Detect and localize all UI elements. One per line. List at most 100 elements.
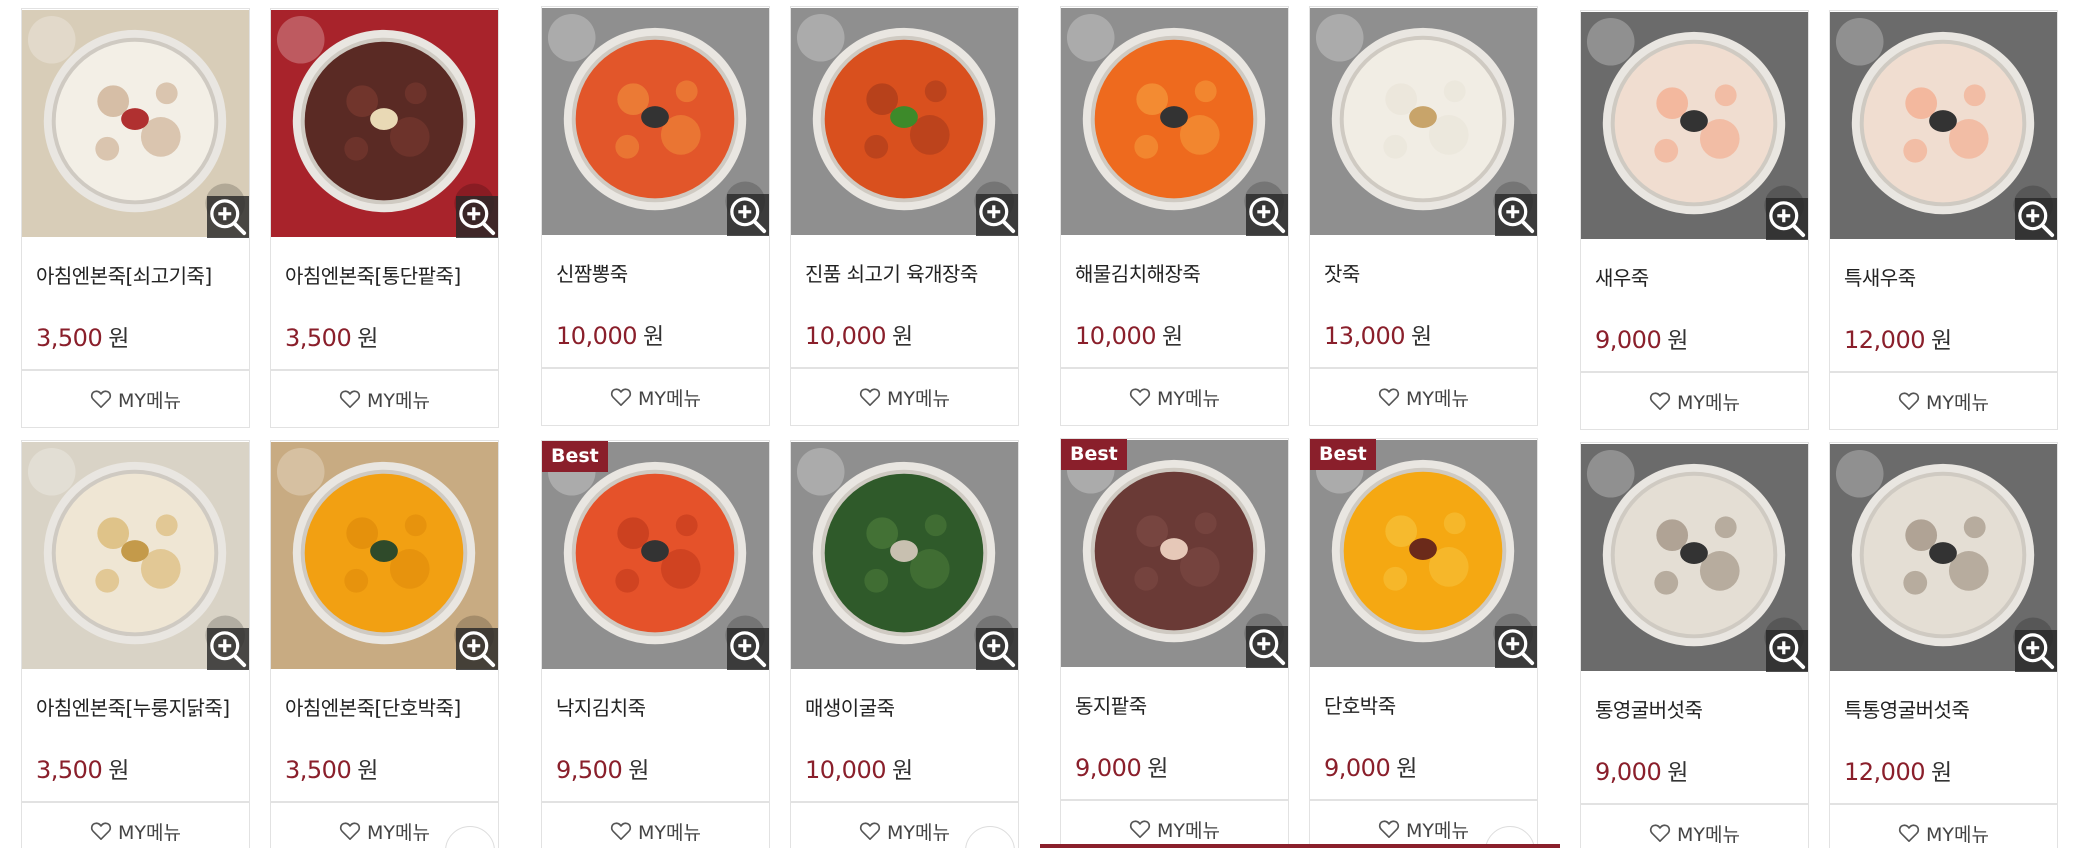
my-menu-button[interactable]: MY메뉴 bbox=[1310, 369, 1537, 425]
zoom-icon[interactable] bbox=[2015, 630, 2057, 672]
heart-icon bbox=[1129, 387, 1157, 407]
zoom-icon[interactable] bbox=[1495, 626, 1537, 668]
product-card[interactable]: 아침엔본죽[통단팥죽] 3,500 원 MY메뉴 bbox=[270, 8, 499, 428]
zoom-icon[interactable] bbox=[727, 628, 769, 670]
product-name[interactable]: 아침엔본죽[쇠고기죽] bbox=[36, 260, 212, 289]
my-menu-button[interactable]: MY메뉴 bbox=[542, 369, 769, 425]
product-name[interactable]: 진품 쇠고기 육개장죽 bbox=[805, 258, 978, 287]
currency-unit: 원 bbox=[642, 324, 664, 350]
price-value: 13,000 bbox=[1324, 322, 1405, 350]
zoom-icon[interactable] bbox=[1766, 630, 1808, 672]
zoom-icon[interactable] bbox=[1246, 194, 1288, 236]
zoom-icon[interactable] bbox=[456, 628, 498, 670]
best-badge: Best bbox=[1310, 439, 1376, 470]
product-image[interactable] bbox=[271, 441, 498, 670]
product-image[interactable] bbox=[791, 441, 1018, 670]
product-price: 10,000 원 bbox=[805, 751, 913, 785]
product-name[interactable]: 새우죽 bbox=[1595, 262, 1649, 291]
price-value: 9,000 bbox=[1324, 754, 1391, 782]
product-card[interactable]: 매생이굴죽 10,000 원 MY메뉴 bbox=[790, 440, 1019, 848]
product-image[interactable] bbox=[1061, 439, 1288, 668]
price-value: 12,000 bbox=[1844, 758, 1925, 786]
my-menu-button[interactable]: MY메뉴 bbox=[1830, 373, 2057, 429]
heart-icon bbox=[610, 387, 638, 407]
product-image[interactable] bbox=[1310, 439, 1537, 668]
product-image[interactable] bbox=[22, 9, 249, 238]
product-image[interactable] bbox=[1581, 443, 1808, 672]
my-menu-label: MY메뉴 bbox=[1926, 823, 1989, 846]
product-card[interactable]: 특통영굴버섯죽 12,000 원 MY메뉴 bbox=[1829, 442, 2058, 848]
product-price: 10,000 원 bbox=[805, 317, 913, 351]
product-card[interactable]: 새우죽 9,000 원 MY메뉴 bbox=[1580, 10, 1809, 430]
my-menu-button[interactable]: MY메뉴 bbox=[791, 369, 1018, 425]
my-menu-label: MY메뉴 bbox=[1406, 819, 1469, 842]
my-menu-label: MY메뉴 bbox=[1677, 823, 1740, 846]
product-name[interactable]: 단호박죽 bbox=[1324, 690, 1396, 719]
product-image[interactable] bbox=[1061, 7, 1288, 236]
product-name[interactable]: 아침엔본죽[단호박죽] bbox=[285, 692, 461, 721]
zoom-icon[interactable] bbox=[456, 196, 498, 238]
product-card[interactable]: 진품 쇠고기 육개장죽 10,000 원 MY메뉴 bbox=[790, 6, 1019, 426]
product-name[interactable]: 특새우죽 bbox=[1844, 262, 1916, 291]
heart-icon bbox=[339, 389, 367, 409]
product-image[interactable] bbox=[1830, 11, 2057, 240]
heart-icon bbox=[1129, 819, 1157, 839]
my-menu-label: MY메뉴 bbox=[118, 389, 181, 412]
product-card[interactable]: Best 동지팥죽 9,000 원 MY메뉴 bbox=[1060, 438, 1289, 848]
zoom-icon[interactable] bbox=[976, 628, 1018, 670]
zoom-icon[interactable] bbox=[976, 194, 1018, 236]
my-menu-button[interactable]: MY메뉴 bbox=[271, 371, 498, 427]
zoom-icon[interactable] bbox=[727, 194, 769, 236]
product-image[interactable] bbox=[542, 441, 769, 670]
product-card[interactable]: 신짬뽕죽 10,000 원 MY메뉴 bbox=[541, 6, 770, 426]
product-name[interactable]: 통영굴버섯죽 bbox=[1595, 694, 1703, 723]
product-image[interactable] bbox=[542, 7, 769, 236]
zoom-icon[interactable] bbox=[1246, 626, 1288, 668]
product-price: 9,000 원 bbox=[1075, 749, 1168, 783]
product-card[interactable]: 아침엔본죽[단호박죽] 3,500 원 MY메뉴 bbox=[270, 440, 499, 848]
product-card[interactable]: 특새우죽 12,000 원 MY메뉴 bbox=[1829, 10, 2058, 430]
product-card[interactable]: 잣죽 13,000 원 MY메뉴 bbox=[1309, 6, 1538, 426]
product-card[interactable]: Best 낙지김치죽 9,500 원 MY메뉴 bbox=[541, 440, 770, 848]
zoom-icon[interactable] bbox=[1766, 198, 1808, 240]
product-image[interactable] bbox=[271, 9, 498, 238]
product-card[interactable]: 아침엔본죽[쇠고기죽] 3,500 원 MY메뉴 bbox=[21, 8, 250, 428]
my-menu-button[interactable]: MY메뉴 bbox=[1581, 373, 1808, 429]
currency-unit: 원 bbox=[1930, 760, 1952, 786]
my-menu-button[interactable]: MY메뉴 bbox=[542, 803, 769, 848]
zoom-icon[interactable] bbox=[2015, 198, 2057, 240]
heart-icon bbox=[90, 821, 118, 841]
product-image[interactable] bbox=[1310, 7, 1537, 236]
product-name[interactable]: 동지팥죽 bbox=[1075, 690, 1147, 719]
my-menu-button[interactable]: MY메뉴 bbox=[1830, 805, 2057, 848]
product-name[interactable]: 아침엔본죽[누룽지닭죽] bbox=[36, 692, 230, 721]
product-card[interactable]: 아침엔본죽[누룽지닭죽] 3,500 원 MY메뉴 bbox=[21, 440, 250, 848]
product-image[interactable] bbox=[22, 441, 249, 670]
product-name[interactable]: 매생이굴죽 bbox=[805, 692, 895, 721]
product-name[interactable]: 잣죽 bbox=[1324, 258, 1360, 287]
my-menu-button[interactable]: MY메뉴 bbox=[1061, 369, 1288, 425]
price-value: 9,500 bbox=[556, 756, 623, 784]
my-menu-button[interactable]: MY메뉴 bbox=[22, 803, 249, 848]
product-image[interactable] bbox=[1581, 11, 1808, 240]
zoom-icon[interactable] bbox=[207, 628, 249, 670]
product-name[interactable]: 특통영굴버섯죽 bbox=[1844, 694, 1970, 723]
product-price: 9,000 원 bbox=[1595, 753, 1688, 787]
price-value: 10,000 bbox=[805, 322, 886, 350]
product-name[interactable]: 아침엔본죽[통단팥죽] bbox=[285, 260, 461, 289]
my-menu-button[interactable]: MY메뉴 bbox=[1061, 801, 1288, 848]
product-card[interactable]: 통영굴버섯죽 9,000 원 MY메뉴 bbox=[1580, 442, 1809, 848]
zoom-icon[interactable] bbox=[207, 196, 249, 238]
product-image[interactable] bbox=[1830, 443, 2057, 672]
product-name[interactable]: 해물김치해장죽 bbox=[1075, 258, 1201, 287]
heart-icon bbox=[339, 821, 367, 841]
my-menu-button[interactable]: MY메뉴 bbox=[22, 371, 249, 427]
product-card[interactable]: Best 단호박죽 9,000 원 MY메뉴 bbox=[1309, 438, 1538, 848]
product-name[interactable]: 낙지김치죽 bbox=[556, 692, 646, 721]
my-menu-button[interactable]: MY메뉴 bbox=[1581, 805, 1808, 848]
product-card[interactable]: 해물김치해장죽 10,000 원 MY메뉴 bbox=[1060, 6, 1289, 426]
zoom-icon[interactable] bbox=[1495, 194, 1537, 236]
product-name[interactable]: 신짬뽕죽 bbox=[556, 258, 628, 287]
product-image[interactable] bbox=[791, 7, 1018, 236]
best-badge: Best bbox=[1061, 439, 1127, 470]
